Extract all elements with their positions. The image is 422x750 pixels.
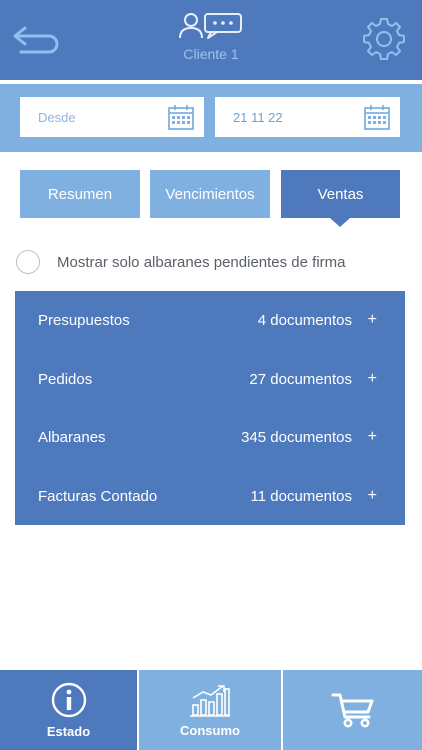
document-row-presupuestos[interactable]: Presupuestos 4 documentos +	[15, 291, 405, 349]
documents-panel: Presupuestos 4 documentos + Pedidos 27 d…	[15, 291, 405, 525]
expand-button[interactable]: +	[368, 428, 377, 446]
date-to-field	[215, 97, 400, 137]
pending-signature-filter[interactable]: Mostrar solo albaranes pendientes de fir…	[16, 250, 346, 274]
expand-button[interactable]: +	[368, 370, 377, 388]
document-row-facturas-contado[interactable]: Facturas Contado 11 documentos +	[15, 467, 405, 525]
document-count: 11 documentos	[250, 487, 352, 505]
document-count: 345 documentos	[241, 428, 352, 446]
expand-button[interactable]: +	[368, 311, 377, 329]
document-row-pedidos[interactable]: Pedidos 27 documentos +	[15, 350, 405, 408]
app-header: Cliente 1	[0, 0, 422, 80]
document-label: Facturas Contado	[38, 487, 158, 505]
date-from-field	[20, 97, 204, 137]
document-count: 27 documentos	[249, 370, 352, 388]
date-from-input[interactable]	[20, 109, 160, 125]
settings-button[interactable]	[360, 16, 408, 62]
calendar-icon[interactable]	[168, 104, 194, 130]
document-label: Presupuestos	[38, 311, 130, 329]
document-row-albaranes[interactable]: Albaranes 345 documentos +	[15, 408, 405, 466]
tab-ventas[interactable]: Ventas	[281, 170, 400, 218]
expand-button[interactable]: +	[368, 487, 377, 505]
active-tab-pointer	[330, 218, 350, 227]
filter-radio[interactable]	[16, 250, 40, 274]
back-arrow-icon	[13, 26, 59, 54]
client-indicator: Cliente 1	[150, 12, 272, 72]
info-icon	[51, 682, 86, 717]
calendar-icon[interactable]	[364, 104, 390, 130]
cart-icon	[331, 693, 373, 728]
chart-icon	[190, 684, 230, 717]
gear-icon	[363, 18, 405, 60]
date-range-bar	[0, 84, 422, 152]
client-chat-icon	[179, 13, 242, 39]
filter-label: Mostrar solo albaranes pendientes de fir…	[57, 253, 346, 271]
nav-cart[interactable]	[283, 670, 422, 750]
document-count: 4 documentos	[257, 311, 352, 329]
date-to-input[interactable]	[215, 109, 355, 125]
tab-resumen[interactable]: Resumen	[20, 170, 140, 218]
client-name: Cliente 1	[183, 46, 239, 62]
tab-vencimientos[interactable]: Vencimientos	[150, 170, 270, 218]
document-label: Albaranes	[38, 428, 106, 446]
document-label: Pedidos	[38, 370, 93, 388]
nav-consumo[interactable]: Consumo	[139, 670, 281, 750]
nav-estado[interactable]: Estado	[0, 670, 137, 750]
nav-label: Consumo	[180, 722, 240, 738]
back-button[interactable]	[10, 20, 62, 60]
bottom-navigation: Estado Consumo	[0, 670, 422, 750]
nav-label: Estado	[46, 723, 91, 739]
